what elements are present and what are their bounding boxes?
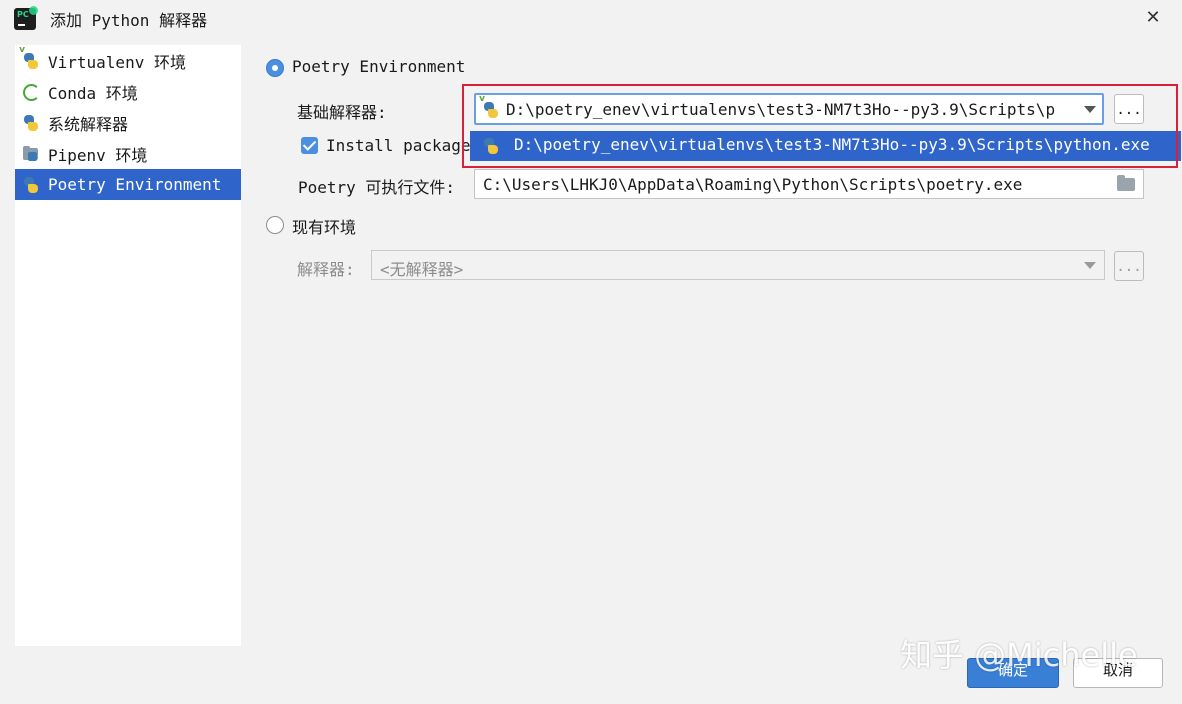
python-virtualenv-icon: v [19, 45, 40, 70]
poetry-executable-value: C:\Users\LHKJ0\AppData\Roaming\Python\Sc… [483, 175, 1023, 194]
poetry-icon [22, 176, 40, 194]
conda-icon [22, 83, 40, 101]
sidebar-item-system-interpreter[interactable]: 系统解释器 [15, 107, 241, 138]
poetry-executable-field[interactable]: C:\Users\LHKJ0\AppData\Roaming\Python\Sc… [474, 169, 1144, 199]
python-icon [22, 114, 40, 132]
sidebar-item-label: 系统解释器 [48, 114, 129, 134]
interpreter-placeholder: <无解释器> [380, 260, 464, 279]
poetry-executable-label: Poetry 可执行文件: [298, 178, 456, 197]
title-bar: PC 添加 Python 解释器 ✕ [0, 0, 1182, 38]
close-icon[interactable]: ✕ [1143, 7, 1163, 29]
folder-icon[interactable] [1117, 175, 1135, 191]
install-packages-label: Install package [326, 136, 471, 155]
interpreter-browse-button: ... [1114, 251, 1144, 281]
existing-environment-radio[interactable] [266, 216, 284, 234]
base-interpreter-label: 基础解释器: [297, 103, 387, 122]
poetry-environment-radio[interactable] [266, 59, 284, 77]
watermark: 知乎 @Michelle [900, 636, 1138, 674]
existing-environment-radio-label: 现有环境 [292, 218, 357, 237]
chevron-down-icon [1084, 262, 1096, 269]
interpreter-label: 解释器: [297, 260, 355, 279]
poetry-environment-radio-label: Poetry Environment [292, 57, 466, 76]
install-packages-checkbox[interactable] [301, 137, 318, 154]
sidebar-item-label: Pipenv 环境 [48, 145, 148, 165]
pycharm-logo-icon: PC [14, 6, 38, 30]
sidebar-item-poetry[interactable]: Poetry Environment [15, 169, 241, 200]
window-title: 添加 Python 解释器 [50, 11, 208, 30]
highlight-annotation-box [462, 84, 1178, 168]
sidebar-item-virtualenv[interactable]: v Virtualenv 环境 [15, 45, 241, 76]
sidebar-item-label: Poetry Environment [48, 175, 222, 194]
pipenv-icon [22, 145, 40, 163]
sidebar-item-label: Conda 环境 [48, 83, 138, 103]
sidebar-item-label: Virtualenv 环境 [48, 52, 186, 72]
sidebar-item-conda[interactable]: Conda 环境 [15, 76, 241, 107]
environment-type-list: v Virtualenv 环境 Conda 环境 系统解释器 Pipenv 环境… [15, 45, 241, 646]
sidebar-item-pipenv[interactable]: Pipenv 环境 [15, 138, 241, 169]
interpreter-combobox: <无解释器> [371, 250, 1105, 280]
